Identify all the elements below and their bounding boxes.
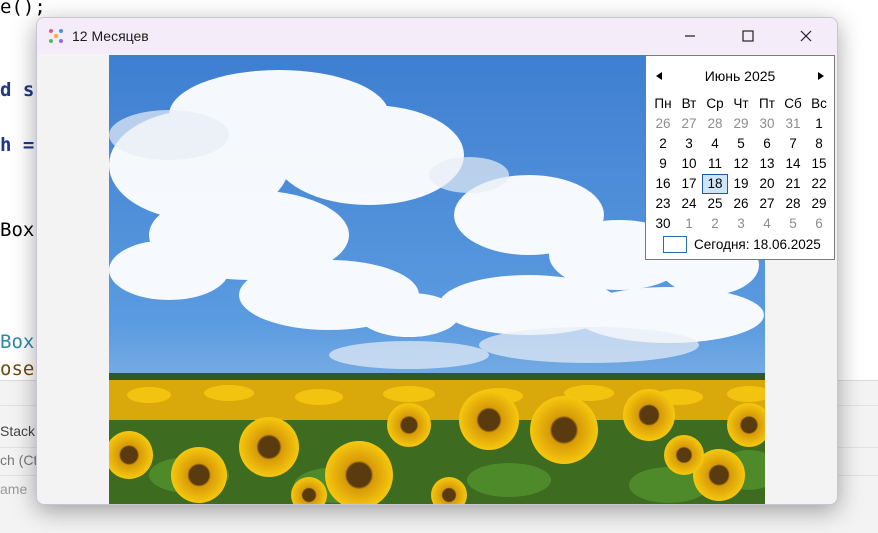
code-line: h = bbox=[0, 134, 35, 156]
calendar-day[interactable]: 2 bbox=[650, 134, 676, 154]
calendar-day[interactable]: 1 bbox=[676, 214, 702, 234]
calendar-day[interactable]: 4 bbox=[702, 134, 728, 154]
panel-row[interactable]: ame bbox=[0, 481, 27, 497]
weekday-label: Пн bbox=[654, 96, 672, 111]
calendar-day[interactable]: 13 bbox=[754, 154, 780, 174]
calendar-day[interactable]: 28 bbox=[780, 194, 806, 214]
calendar-day[interactable]: 6 bbox=[806, 214, 832, 234]
code-line: Box bbox=[0, 219, 35, 241]
calendar-day[interactable]: 3 bbox=[676, 134, 702, 154]
calendar-day[interactable]: 25 bbox=[702, 194, 728, 214]
minimize-icon bbox=[685, 35, 695, 37]
calendar-day[interactable]: 26 bbox=[650, 114, 676, 134]
today-marker-icon bbox=[663, 236, 687, 253]
calendar-day[interactable]: 20 bbox=[754, 174, 780, 194]
calendar-day[interactable]: 30 bbox=[650, 214, 676, 234]
calendar-day[interactable]: 22 bbox=[806, 174, 832, 194]
calendar-day[interactable]: 21 bbox=[780, 174, 806, 194]
calendar-day[interactable]: 29 bbox=[806, 194, 832, 214]
weekday-label: Ср bbox=[706, 96, 724, 111]
window-title: 12 Месяцев bbox=[72, 28, 149, 44]
close-button[interactable] bbox=[777, 18, 835, 54]
calendar-day[interactable]: 1 bbox=[806, 114, 832, 134]
calendar-day[interactable]: 27 bbox=[676, 114, 702, 134]
calendar-day[interactable]: 5 bbox=[780, 214, 806, 234]
calendar-day[interactable]: 24 bbox=[676, 194, 702, 214]
calendar-week-row: 23 24 25 26 27 28 29 bbox=[650, 194, 832, 214]
calendar-day[interactable]: 6 bbox=[754, 134, 780, 154]
calendar-day[interactable]: 16 bbox=[650, 174, 676, 194]
calendar-weeks: 26 27 28 29 30 31 1 2 3 4 5 6 7 8 9 10 11 12 13 14 15 16 17 18 1… bbox=[650, 114, 832, 234]
month-calendar[interactable]: Июнь 2025 Пн Вт Ср Чт Пт Сб Вс 26 27 28 29 3… bbox=[645, 55, 835, 260]
calendar-day[interactable]: 9 bbox=[650, 154, 676, 174]
calendar-day[interactable]: 5 bbox=[728, 134, 754, 154]
maximize-icon bbox=[742, 30, 754, 42]
calendar-day[interactable]: 17 bbox=[676, 174, 702, 194]
weekday-header-row: Пн Вт Ср Чт Пт Сб Вс bbox=[650, 94, 832, 114]
calendar-day[interactable]: 19 bbox=[728, 174, 754, 194]
close-icon bbox=[800, 30, 812, 42]
calendar-day[interactable]: 28 bbox=[702, 114, 728, 134]
next-month-icon[interactable] bbox=[814, 68, 828, 84]
code-line: d s bbox=[0, 79, 35, 101]
weekday-label: Чт bbox=[733, 96, 749, 111]
calendar-month-label[interactable]: Июнь 2025 bbox=[646, 68, 834, 84]
calendar-day[interactable]: 31 bbox=[780, 114, 806, 134]
calendar-day[interactable]: 4 bbox=[754, 214, 780, 234]
today-link[interactable]: Сегодня: 18.06.2025 bbox=[663, 236, 821, 253]
calendar-week-row: 16 17 18 19 20 21 22 bbox=[650, 174, 832, 194]
calendar-day[interactable]: 26 bbox=[728, 194, 754, 214]
calendar-week-row: 9 10 11 12 13 14 15 bbox=[650, 154, 832, 174]
code-line: Box bbox=[0, 331, 35, 353]
weekday-label: Сб bbox=[784, 96, 802, 111]
weekday-label: Пт bbox=[759, 96, 775, 111]
weekday-label: Вт bbox=[681, 96, 697, 111]
today-label[interactable]: Сегодня: 18.06.2025 bbox=[694, 237, 821, 252]
calendar-day[interactable]: 3 bbox=[728, 214, 754, 234]
calendar-day[interactable]: 2 bbox=[702, 214, 728, 234]
calendar-day[interactable]: 15 bbox=[806, 154, 832, 174]
calendar-day[interactable]: 12 bbox=[728, 154, 754, 174]
title-bar[interactable]: 12 Месяцев bbox=[37, 18, 837, 54]
panel-row[interactable]: Stack bbox=[0, 423, 35, 439]
minimize-button[interactable] bbox=[661, 18, 719, 54]
app-icon bbox=[49, 29, 63, 43]
calendar-day-selected[interactable]: 18 bbox=[702, 174, 728, 194]
code-line: ose bbox=[0, 358, 35, 380]
calendar-day[interactable]: 8 bbox=[806, 134, 832, 154]
calendar-day[interactable]: 23 bbox=[650, 194, 676, 214]
calendar-week-row: 26 27 28 29 30 31 1 bbox=[650, 114, 832, 134]
calendar-day[interactable]: 10 bbox=[676, 154, 702, 174]
calendar-week-row: 2345678 bbox=[650, 134, 832, 154]
weekday-label: Вс bbox=[811, 96, 827, 111]
calendar-day[interactable]: 7 bbox=[780, 134, 806, 154]
calendar-week-row: 30 1 2 3 4 5 6 bbox=[650, 214, 832, 234]
calendar-day[interactable]: 14 bbox=[780, 154, 806, 174]
calendar-day[interactable]: 11 bbox=[702, 154, 728, 174]
calendar-day[interactable]: 30 bbox=[754, 114, 780, 134]
calendar-day[interactable]: 29 bbox=[728, 114, 754, 134]
calendar-day[interactable]: 27 bbox=[754, 194, 780, 214]
calendar-grid: Пн Вт Ср Чт Пт Сб Вс 26 27 28 29 30 31 1 2 3 4 5 6 7… bbox=[650, 94, 832, 234]
panel-row[interactable]: ch (Ct bbox=[0, 452, 37, 468]
code-line: e(); bbox=[0, 0, 46, 18]
maximize-button[interactable] bbox=[719, 18, 777, 54]
